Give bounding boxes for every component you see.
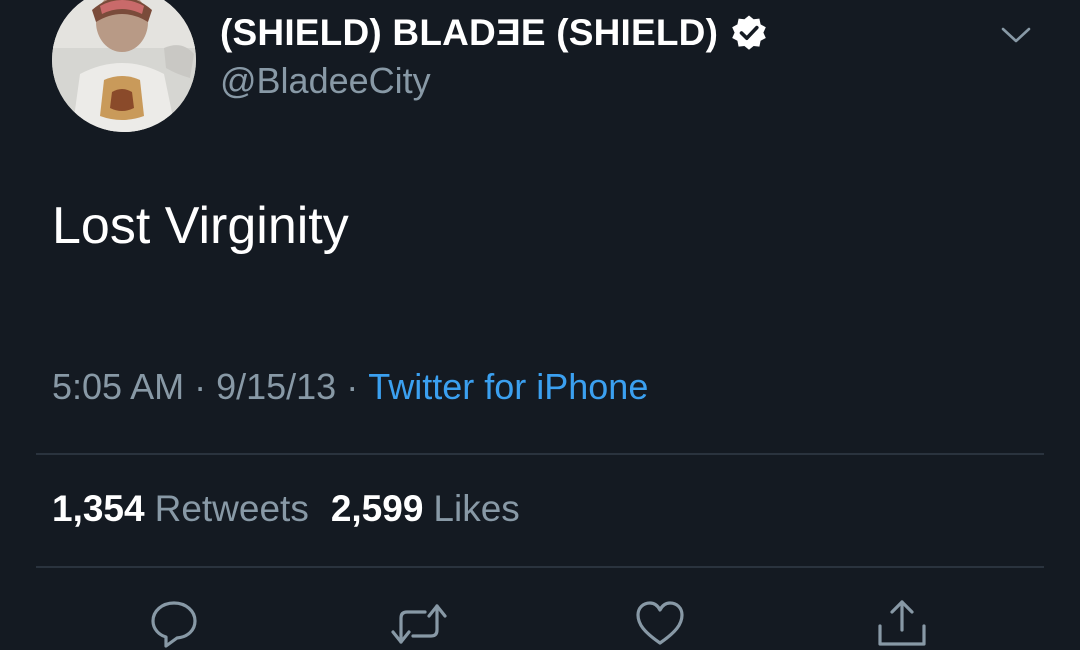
tweet-source-link[interactable]: Twitter for iPhone <box>368 366 648 407</box>
retweets-count: 1,354 <box>52 488 145 529</box>
avatar-photo <box>52 0 196 132</box>
heart-icon <box>636 601 684 645</box>
divider <box>36 566 1044 568</box>
likes-count: 2,599 <box>330 488 424 529</box>
tweet-card: (SHIELD) BLADƎE (SHIELD) @BladeeCity Los… <box>0 0 1080 648</box>
tweet-date: 9/15/13 <box>216 366 337 407</box>
likes-label: Likes <box>433 488 520 529</box>
reply-icon <box>151 601 197 648</box>
display-name-row[interactable]: (SHIELD) BLADƎE (SHIELD) <box>220 8 768 58</box>
retweets-label: Retweets <box>154 488 309 529</box>
share-button[interactable] <box>876 598 928 650</box>
chevron-down-icon[interactable] <box>1000 24 1032 46</box>
verified-badge-icon <box>732 15 766 50</box>
reply-button[interactable] <box>148 598 200 650</box>
meta-separator: · <box>194 366 207 407</box>
retweet-icon <box>391 604 447 644</box>
tweet-time: 5:05 AM <box>52 366 185 407</box>
divider <box>36 453 1044 455</box>
display-name[interactable]: (SHIELD) BLADƎE (SHIELD) <box>220 12 718 54</box>
likes-stat[interactable]: 2,599 Likes <box>331 488 542 529</box>
meta-separator: · <box>346 366 359 407</box>
like-button[interactable] <box>634 598 686 650</box>
avatar[interactable] <box>52 0 196 132</box>
share-icon <box>878 600 926 646</box>
retweet-button[interactable] <box>390 598 447 650</box>
tweet-stats: 1,354 Retweets 2,599 Likes <box>52 488 542 530</box>
tweet-text: Lost Virginity <box>52 197 349 255</box>
user-handle[interactable]: @BladeeCity <box>220 60 431 102</box>
retweets-stat[interactable]: 1,354 Retweets <box>52 488 331 529</box>
tweet-meta: 5:05 AM · 9/15/13 · Twitter for iPhone <box>52 366 648 408</box>
